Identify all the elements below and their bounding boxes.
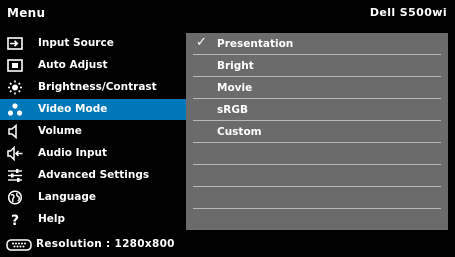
menu-item-advanced-settings[interactable]: Advanced Settings — [0, 165, 186, 186]
brightness-icon — [8, 80, 22, 95]
status-bar: Resolution : 1280x800 — [0, 233, 455, 257]
resolution-text: Resolution : 1280x800 — [36, 238, 175, 250]
option-bright[interactable]: Bright — [193, 55, 441, 77]
language-icon — [7, 190, 23, 205]
video-mode-panel: ✓ Presentation Bright Movie sRGB Custom — [186, 33, 448, 230]
option-label: Presentation — [217, 38, 294, 50]
menu-item-label: Help — [38, 213, 66, 225]
menu-item-volume[interactable]: Volume — [0, 121, 186, 142]
main-menu: Input Source Auto Adjust Brightness/Cont… — [0, 33, 186, 230]
option-empty-row — [193, 143, 441, 165]
menu-item-label: Auto Adjust — [38, 59, 108, 71]
menu-item-auto-adjust[interactable]: Auto Adjust — [0, 55, 186, 76]
video-mode-icon — [7, 103, 23, 116]
option-empty-row — [193, 209, 441, 230]
menu-item-language[interactable]: Language — [0, 187, 186, 208]
option-srgb[interactable]: sRGB — [193, 99, 441, 121]
option-label: Bright — [217, 60, 254, 72]
menu-item-label: Input Source — [38, 37, 114, 49]
menu-item-label: Video Mode — [38, 103, 108, 115]
menu-item-help[interactable]: ? Help — [0, 209, 186, 230]
model-name: Dell S500wi — [369, 6, 447, 19]
option-label: sRGB — [217, 104, 248, 116]
svg-text:?: ? — [11, 213, 19, 227]
header: Menu Dell S500wi — [0, 0, 455, 27]
advanced-settings-icon — [8, 169, 22, 182]
menu-item-input-source[interactable]: Input Source — [0, 33, 186, 54]
option-movie[interactable]: Movie — [193, 77, 441, 99]
menu-item-label: Advanced Settings — [38, 169, 150, 181]
osd-menu: Menu Dell S500wi Input Source Auto Adjus… — [0, 0, 455, 257]
option-custom[interactable]: Custom — [193, 121, 441, 143]
option-empty-row — [193, 187, 441, 209]
menu-item-label: Language — [38, 191, 96, 203]
input-source-icon — [7, 37, 23, 50]
menu-item-video-mode[interactable]: Video Mode — [0, 99, 186, 120]
monitor-connector-icon — [6, 239, 32, 251]
auto-adjust-icon — [7, 59, 23, 72]
checkmark-icon: ✓ — [196, 35, 207, 50]
menu-item-audio-input[interactable]: Audio Input — [0, 143, 186, 164]
option-label: Custom — [217, 126, 262, 138]
option-presentation[interactable]: ✓ Presentation — [193, 33, 441, 55]
volume-icon — [8, 124, 17, 139]
menu-item-label: Volume — [38, 125, 82, 137]
menu-item-label: Audio Input — [38, 147, 107, 159]
menu-title: Menu — [7, 6, 46, 20]
menu-item-label: Brightness/Contrast — [38, 81, 157, 93]
option-empty-row — [193, 165, 441, 187]
help-icon: ? — [11, 213, 19, 227]
audio-input-icon — [7, 146, 23, 161]
menu-item-brightness-contrast[interactable]: Brightness/Contrast — [0, 77, 186, 98]
option-label: Movie — [217, 82, 253, 94]
